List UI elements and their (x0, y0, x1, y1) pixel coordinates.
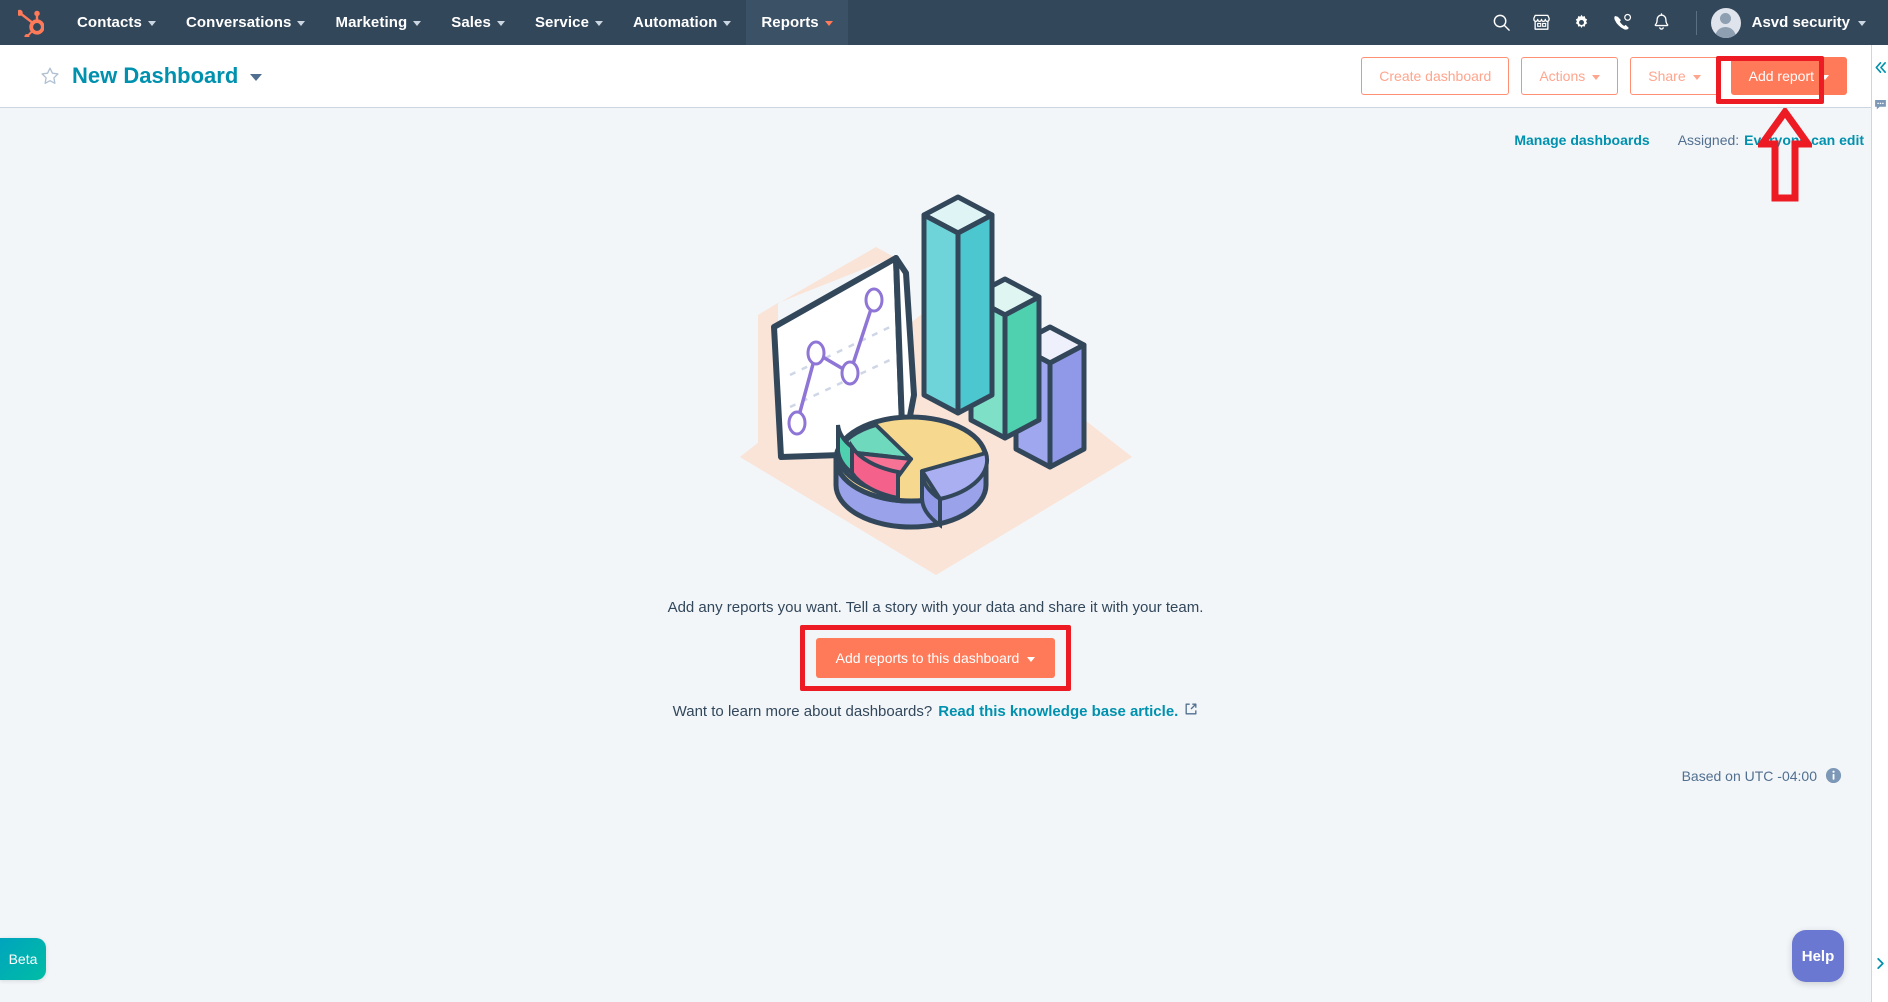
chevron-down-icon (297, 21, 306, 26)
chevron-down-icon (1592, 74, 1601, 80)
nav-divider (1695, 10, 1697, 35)
learn-more-prefix: Want to learn more about dashboards? (672, 702, 933, 720)
star-outline-icon[interactable] (40, 66, 60, 86)
share-button[interactable]: Share (1630, 57, 1719, 95)
actions-button[interactable]: Actions (1521, 57, 1619, 95)
nav-item-conversations[interactable]: Conversations (171, 0, 321, 45)
button-label: Actions (1539, 68, 1586, 84)
page-header: New Dashboard Create dashboard Actions S… (0, 45, 1871, 108)
nav-item-label: Automation (633, 14, 718, 31)
calling-icon[interactable] (1602, 0, 1642, 45)
chevron-right-icon[interactable] (1874, 957, 1887, 970)
avatar[interactable] (1710, 7, 1741, 38)
notifications-bell-icon[interactable] (1642, 0, 1682, 45)
button-label: Add reports to this dashboard (835, 650, 1020, 666)
nav-item-service[interactable]: Service (520, 0, 618, 45)
chat-bubble-icon[interactable] (1874, 98, 1887, 111)
chevron-down-icon[interactable] (1858, 21, 1866, 26)
chevron-down-icon (824, 21, 833, 26)
button-label: Add report (1748, 68, 1814, 84)
assigned-label: Assigned: (1677, 132, 1740, 148)
chevron-down-icon (1692, 74, 1701, 80)
chevron-down-icon (595, 21, 604, 26)
create-dashboard-button[interactable]: Create dashboard (1361, 57, 1510, 95)
dashboard-empty-state: Add any reports you want. Tell a story w… (0, 185, 1871, 720)
chevron-down-icon (1027, 656, 1036, 662)
learn-more-row: Want to learn more about dashboards? Rea… (673, 702, 1199, 720)
external-link-icon[interactable] (1184, 702, 1198, 720)
nav-item-label: Marketing (335, 14, 408, 31)
beta-label: Beta (8, 951, 38, 967)
chevron-down-icon (496, 21, 505, 26)
info-circle-icon[interactable] (1825, 767, 1842, 784)
dashboard-title-group: New Dashboard (40, 63, 263, 89)
nav-item-contacts[interactable]: Contacts (62, 0, 171, 45)
chevron-down-icon[interactable] (250, 74, 263, 81)
empty-state-description: Add any reports you want. Tell a story w… (667, 599, 1204, 616)
button-label: Share (1648, 68, 1686, 84)
marketplace-icon[interactable] (1522, 0, 1562, 45)
right-sidebar-rail (1871, 45, 1888, 1002)
nav-item-reports[interactable]: Reports (746, 0, 848, 45)
utc-timezone-row: Based on UTC -04:00 (1682, 767, 1842, 784)
dashboard-charts-illustration (726, 185, 1146, 585)
nav-item-label: Contacts (77, 14, 142, 31)
add-report-button[interactable]: Add report (1730, 57, 1847, 95)
add-reports-to-dashboard-button[interactable]: Add reports to this dashboard (815, 638, 1056, 678)
chevron-down-icon (1821, 74, 1829, 80)
utc-label: Based on UTC -04:00 (1681, 767, 1817, 784)
chevron-down-icon (413, 21, 422, 26)
user-name-label[interactable]: Asvd security (1752, 14, 1850, 31)
nav-item-label: Reports (761, 14, 819, 31)
hubspot-logo[interactable] (0, 0, 62, 45)
chevron-down-icon (147, 21, 156, 26)
page-title[interactable]: New Dashboard (72, 63, 238, 89)
help-button[interactable]: Help (1792, 930, 1844, 982)
header-action-buttons: Create dashboard Actions Share Add repor… (1361, 57, 1847, 95)
beta-badge[interactable]: Beta (0, 938, 46, 980)
manage-dashboards-link[interactable]: Manage dashboards (1514, 132, 1649, 148)
cta-wrapper: Add reports to this dashboard (799, 625, 1072, 691)
top-navigation-bar: Contacts Conversations Marketing Sales S… (0, 0, 1888, 45)
assigned-group: Assigned: Everyone can edit (1678, 132, 1864, 148)
gear-icon[interactable] (1562, 0, 1602, 45)
assigned-value[interactable]: Everyone can edit (1744, 132, 1864, 148)
main-nav-items: Contacts Conversations Marketing Sales S… (62, 0, 848, 45)
nav-item-label: Conversations (185, 14, 292, 31)
nav-item-label: Sales (451, 14, 491, 31)
nav-right-actions: Asvd security (1482, 0, 1888, 45)
help-label: Help (1801, 947, 1835, 965)
nav-item-label: Service (534, 14, 590, 31)
nav-item-marketing[interactable]: Marketing (320, 0, 436, 45)
chevron-down-icon (723, 21, 732, 26)
double-chevron-left-icon[interactable] (1874, 61, 1887, 74)
button-label: Create dashboard (1379, 68, 1492, 84)
nav-item-sales[interactable]: Sales (436, 0, 520, 45)
search-icon[interactable] (1482, 0, 1522, 45)
knowledge-base-link[interactable]: Read this knowledge base article. (938, 703, 1178, 720)
nav-item-automation[interactable]: Automation (618, 0, 746, 45)
dashboard-subheader: Manage dashboards Assigned: Everyone can … (1514, 132, 1864, 148)
